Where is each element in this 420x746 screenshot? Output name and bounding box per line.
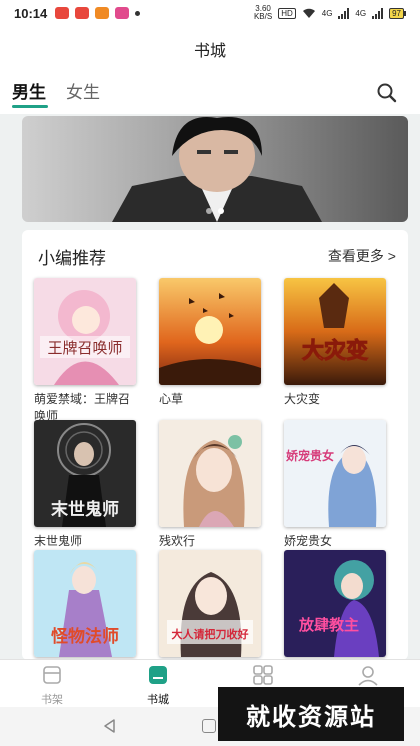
cover-text: 放肆教主 (298, 616, 359, 634)
book-cover: 怪物法师 (34, 550, 136, 657)
signal-icon (338, 7, 350, 19)
cover-text: 娇宠贵女 (285, 448, 334, 463)
banner-dots (22, 208, 408, 214)
cover-text: 怪物法师 (51, 626, 119, 647)
nav-bookstore[interactable]: 书城 (128, 664, 188, 707)
category-icon (253, 665, 273, 685)
book-title: 娇宠贵女 (284, 534, 333, 548)
tab-indicator (12, 105, 48, 108)
book-item[interactable]: 娇宠贵女 娇宠贵女 (284, 420, 386, 550)
book-cover: 大灾变 (284, 278, 386, 385)
home-icon[interactable] (202, 719, 216, 733)
book-item[interactable]: 残欢行 (159, 420, 261, 550)
book-item[interactable]: 怪物法师 (34, 550, 136, 657)
status-time: 10:14 (14, 5, 48, 21)
see-more-link[interactable]: 查看更多 > (328, 246, 396, 266)
tab-female[interactable]: 女生 (66, 78, 100, 103)
tab-male[interactable]: 男生 (12, 78, 46, 103)
nav-label: 书架 (41, 694, 63, 706)
banner-image (22, 116, 408, 222)
notification-icon (115, 7, 130, 19)
notification-icon (55, 7, 70, 19)
battery-icon: 97 (389, 7, 406, 19)
book-cover: 王牌召唤师 (34, 278, 136, 385)
nav-label: 书城 (147, 694, 169, 706)
dot-icon (135, 10, 141, 16)
book-cover: 娇宠贵女 (284, 420, 386, 527)
network-type: 4G (355, 8, 367, 18)
book-title: 大灾变 (284, 392, 321, 406)
book-cover: 放肆教主 (284, 550, 386, 657)
cover-text: 大人请把刀收好 (172, 627, 249, 641)
book-item[interactable]: 末世鬼师 末世鬼师 (34, 420, 136, 550)
app-header: 书城 (0, 26, 420, 72)
book-item[interactable]: 心草 (159, 278, 261, 408)
book-title: 末世鬼师 (34, 534, 83, 548)
section-title: 小编推荐 (38, 249, 106, 268)
wifi-icon (302, 8, 315, 18)
book-item[interactable]: 放肆教主 (284, 550, 386, 657)
book-cover (159, 278, 261, 385)
book-cover: 大人请把刀收好 (159, 550, 261, 657)
hd-badge: HD (278, 7, 296, 19)
featured-banner[interactable] (22, 116, 408, 222)
book-item[interactable]: 大灾变 大灾变 (284, 278, 386, 408)
watermark: 就收资源站 (218, 687, 404, 741)
speed-unit: KB/S (253, 12, 273, 21)
page-title: 书城 (193, 43, 226, 60)
category-tabs: 男生 女生 (0, 72, 420, 114)
book-title: 残欢行 (159, 534, 196, 548)
notification-icon (75, 7, 90, 19)
battery-level: 97 (389, 7, 404, 19)
signal-icon (372, 7, 384, 19)
notification-icon (95, 7, 110, 19)
book-cover (159, 420, 261, 527)
book-item[interactable]: 王牌召唤师 萌爱禁域：王牌召唤师 (34, 278, 136, 425)
back-icon[interactable] (103, 719, 115, 733)
profile-icon (358, 666, 378, 686)
cover-text: 王牌召唤师 (47, 339, 122, 357)
search-icon[interactable] (376, 82, 398, 104)
cover-text: 大灾变 (302, 338, 368, 364)
nav-bookshelf[interactable]: 书架 (22, 664, 82, 707)
book-title: 心草 (159, 392, 184, 406)
bookshelf-icon (43, 666, 61, 684)
book-cover: 末世鬼师 (34, 420, 136, 527)
network-speed: 3.60 KB/S (254, 5, 272, 21)
cover-text: 末世鬼师 (51, 499, 119, 520)
status-bar: 10:14 3.60 KB/S HD 4G 4G 97 (0, 0, 420, 26)
network-type: 4G (321, 8, 333, 18)
banner-dot-active[interactable] (218, 208, 224, 214)
book-item[interactable]: 大人请把刀收好 (159, 550, 261, 657)
bookstore-icon (149, 666, 167, 684)
banner-dot[interactable] (206, 208, 212, 214)
recommend-section: 小编推荐 查看更多 > 王牌召唤师 萌爱禁域：王牌召唤师 心草 大灾变 大灾变 … (22, 230, 408, 660)
